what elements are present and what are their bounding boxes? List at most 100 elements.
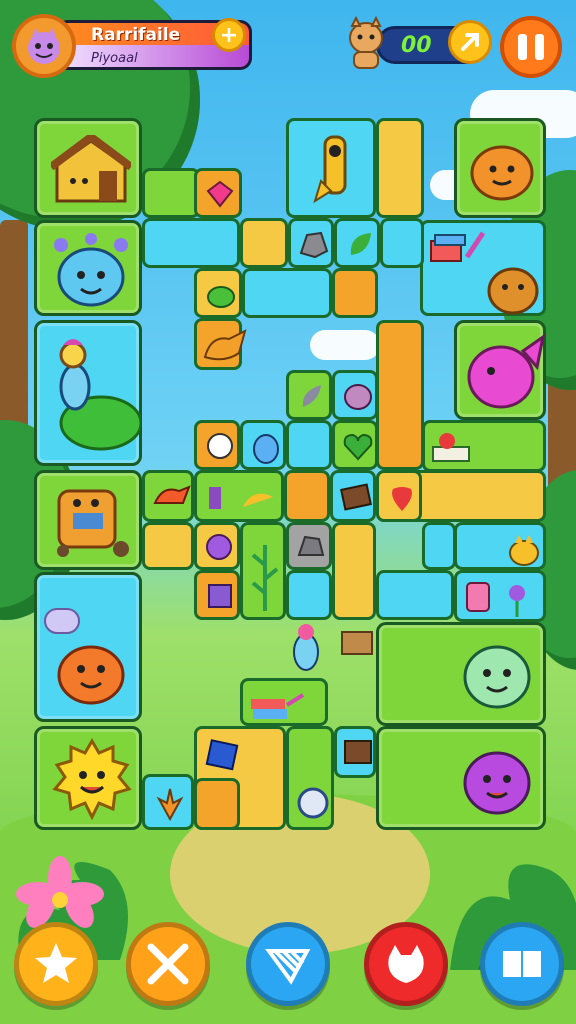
- tools-icon: [147, 943, 189, 985]
- stone-icon: [297, 535, 325, 556]
- frog-icon: [207, 286, 235, 308]
- tile-water[interactable]: [380, 218, 424, 268]
- yellow-monster-icon: [52, 738, 132, 821]
- game-board: [34, 118, 546, 830]
- net-button[interactable]: [246, 922, 330, 1006]
- plus-button[interactable]: +: [212, 18, 246, 52]
- tile-robot[interactable]: [34, 470, 142, 570]
- tile-orange-blob[interactable]: [454, 118, 546, 218]
- tile-strawberry[interactable]: [376, 470, 422, 522]
- tile-critter[interactable]: [332, 370, 378, 420]
- blue-bird-icon: [286, 618, 326, 678]
- tile-feather[interactable]: [286, 370, 332, 420]
- bottles-icon: [209, 487, 273, 509]
- tile-bottles[interactable]: [194, 470, 284, 522]
- monster-avatar-icon[interactable]: [12, 14, 76, 78]
- blue-block-icon: [205, 739, 239, 771]
- tile-water-top[interactable]: [286, 118, 376, 218]
- tile-mint-monster[interactable]: [376, 622, 546, 726]
- tile-books[interactable]: [240, 678, 328, 726]
- tile-arrow[interactable]: [142, 774, 194, 830]
- tile-blue-bot[interactable]: [240, 420, 286, 470]
- tile-water-items[interactable]: [454, 570, 546, 622]
- house-icon: [51, 135, 131, 203]
- tile-fox[interactable]: [194, 318, 247, 370]
- book-button[interactable]: [480, 922, 564, 1006]
- player-panel[interactable]: Rarrifaile Piyoaal +: [12, 14, 252, 78]
- tile-chocolate[interactable]: [330, 470, 376, 522]
- net-icon: [265, 949, 311, 985]
- resource-panel: 00: [346, 15, 492, 72]
- leaf-icon: [350, 233, 371, 255]
- tile-yellow-monster[interactable]: [34, 726, 142, 830]
- tile-water-right[interactable]: [420, 220, 546, 316]
- yellow-critter-icon: [509, 535, 539, 566]
- tools-button[interactable]: [126, 922, 210, 1006]
- tile-bird-small[interactable]: [142, 470, 194, 522]
- tile-house[interactable]: [34, 118, 142, 218]
- coin-button[interactable]: [448, 20, 492, 64]
- pause-icon: [514, 34, 548, 60]
- tile-path[interactable]: [284, 470, 330, 522]
- tile-stone[interactable]: [286, 522, 332, 570]
- star-icon: [35, 943, 77, 983]
- tile-frog[interactable]: [194, 268, 242, 318]
- tile-leaf[interactable]: [334, 218, 380, 268]
- star-button[interactable]: [14, 922, 98, 1006]
- tile-water[interactable]: [286, 420, 332, 470]
- tile-sand-top[interactable]: [376, 118, 424, 218]
- tile-sand-vertical[interactable]: [332, 522, 376, 620]
- tile-water-small[interactable]: [454, 522, 546, 570]
- tile-water[interactable]: [376, 570, 454, 620]
- stacked-books-icon: [251, 693, 305, 719]
- rock-icon: [299, 231, 329, 259]
- orange-blob-icon: [470, 145, 534, 201]
- feather-icon: [302, 385, 321, 407]
- tile-sand[interactable]: [240, 218, 288, 268]
- tile-heart[interactable]: [332, 420, 378, 470]
- tile-plant[interactable]: [240, 522, 286, 620]
- candy-icon: [466, 582, 525, 617]
- bird-on-bush-icon: [59, 339, 141, 451]
- pause-button[interactable]: [500, 16, 562, 78]
- tile-grass[interactable]: [142, 168, 200, 218]
- tile-path-vertical[interactable]: [376, 320, 424, 470]
- strawberry-icon: [392, 487, 412, 511]
- tile-gem[interactable]: [194, 168, 242, 218]
- tile-pink-fish[interactable]: [454, 320, 546, 420]
- heart-icon: [343, 433, 373, 461]
- coin-icon: [461, 33, 479, 51]
- round-button-icon: [297, 787, 329, 819]
- plus-icon: +: [219, 22, 239, 48]
- crate-icon: [334, 624, 380, 664]
- tile-chocolate-2[interactable]: [334, 726, 376, 778]
- chocolate-icon: [344, 740, 372, 764]
- mint-monster-icon: [463, 645, 531, 709]
- tile-sand[interactable]: [142, 522, 194, 570]
- tile-path[interactable]: [194, 778, 240, 830]
- box-icon: [208, 584, 232, 608]
- tile-grass-strip[interactable]: [422, 420, 546, 472]
- tile-shell[interactable]: [194, 522, 240, 570]
- fox-icon: [203, 329, 247, 361]
- tile-cloud[interactable]: [194, 420, 240, 470]
- tile-bird[interactable]: [34, 320, 142, 466]
- tile-monster[interactable]: [34, 220, 142, 316]
- tile-water[interactable]: [142, 218, 240, 268]
- tile-button[interactable]: [286, 726, 334, 830]
- robot-icon: [57, 489, 129, 557]
- tile-orange-monster[interactable]: [34, 572, 142, 722]
- tile-water[interactable]: [242, 268, 332, 318]
- tile-water[interactable]: [422, 522, 456, 570]
- brown-critter-icon: [487, 267, 539, 315]
- key-icon: [313, 135, 347, 204]
- tile-box[interactable]: [194, 570, 240, 620]
- tile-purple-monster[interactable]: [376, 726, 546, 830]
- chocolate-icon: [340, 483, 372, 511]
- monster-button[interactable]: [364, 922, 448, 1006]
- purple-monster-icon: [463, 751, 531, 815]
- book-icon: [503, 951, 541, 977]
- tile-path[interactable]: [332, 268, 378, 318]
- tile-rock[interactable]: [288, 218, 334, 268]
- tile-water[interactable]: [286, 570, 332, 620]
